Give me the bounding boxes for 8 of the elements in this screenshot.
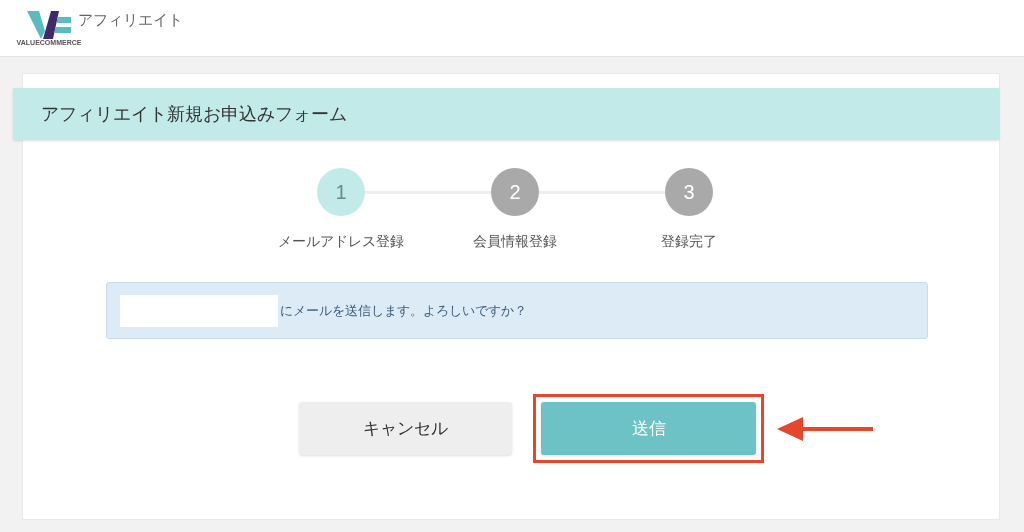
step-label: 登録完了 — [661, 232, 717, 251]
cancel-button[interactable]: キャンセル — [299, 402, 512, 455]
logo-icon — [27, 9, 71, 39]
confirmation-message: にメールを送信します。よろしいですか？ — [280, 301, 527, 320]
form-title: アフィリエイト新規お申込みフォーム — [13, 88, 999, 140]
header-title: アフィリエイト — [78, 9, 183, 30]
step-label: 会員情報登録 — [473, 232, 557, 251]
step-label: メールアドレス登録 — [278, 232, 404, 251]
